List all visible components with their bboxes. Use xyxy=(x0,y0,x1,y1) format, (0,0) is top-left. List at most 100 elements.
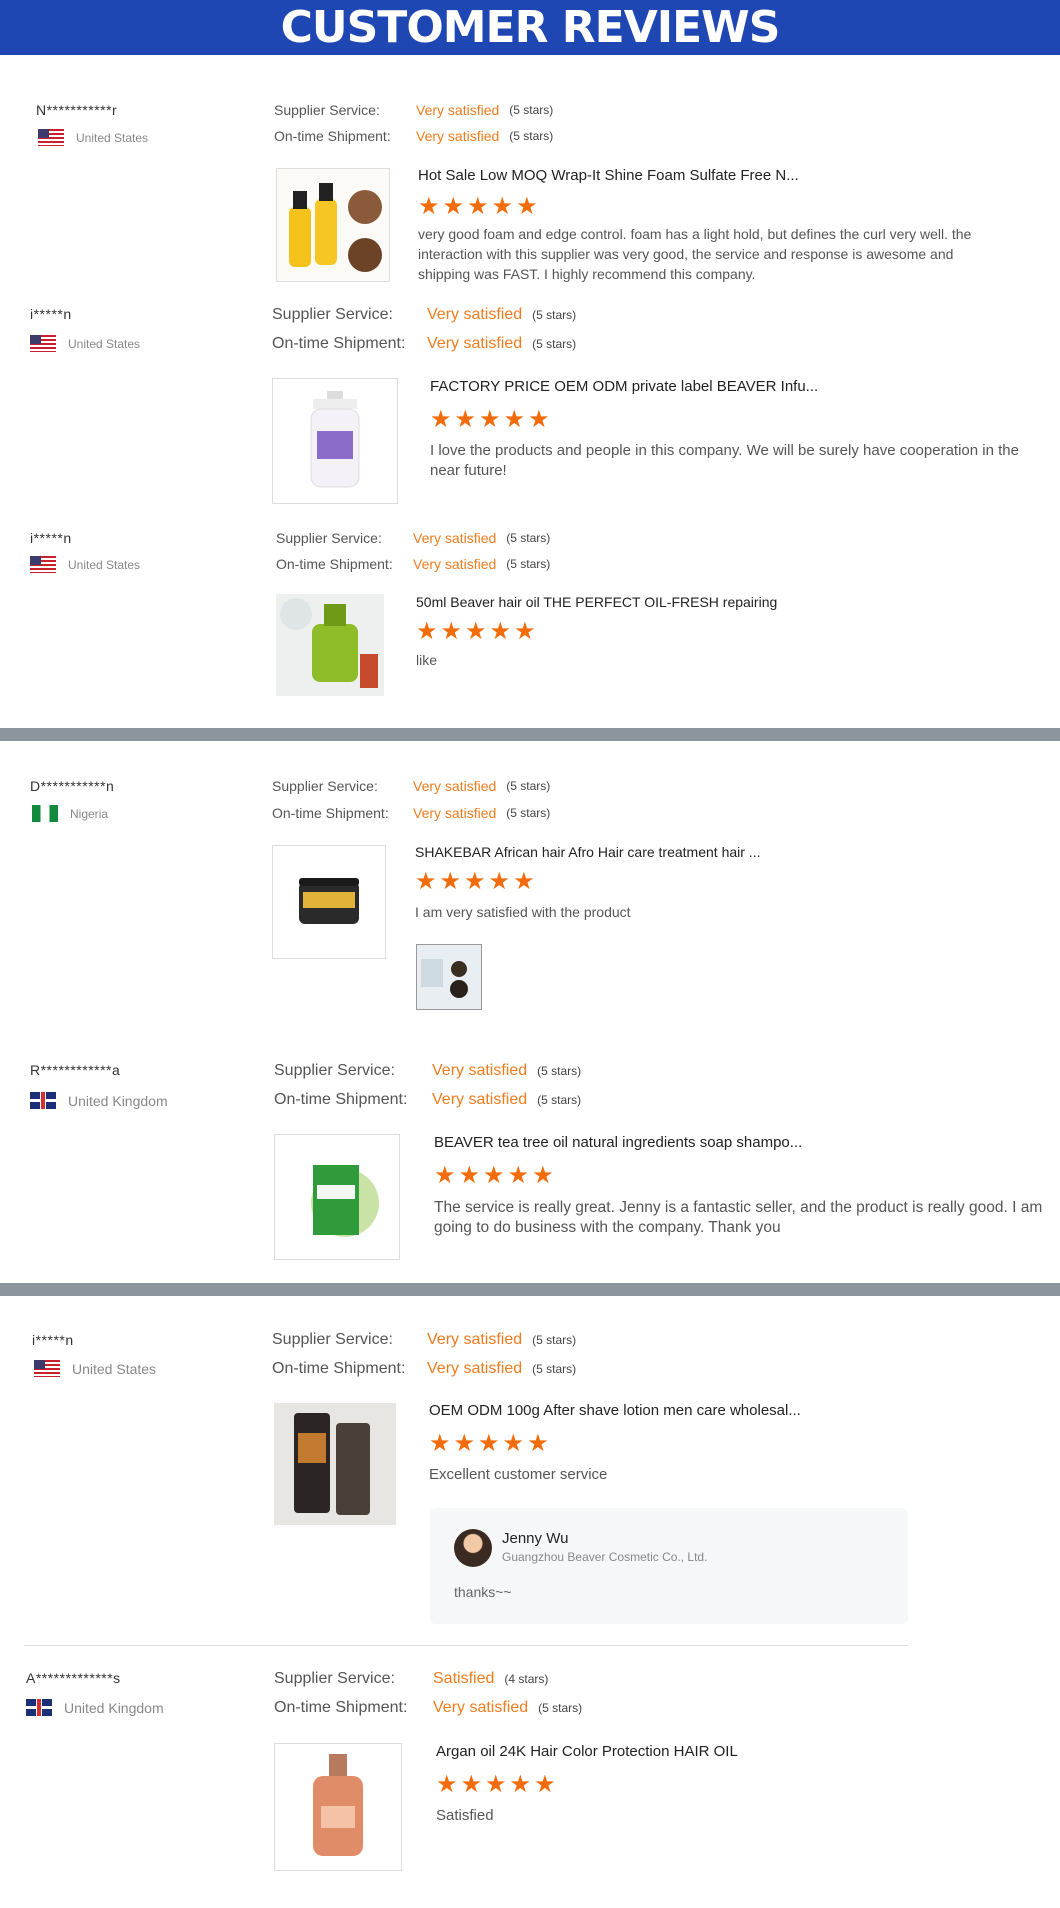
star-icon: ★ xyxy=(458,1162,481,1189)
review-text: Satisfied xyxy=(436,1807,494,1824)
product-image[interactable] xyxy=(276,168,390,282)
product-title[interactable]: Hot Sale Low MOQ Wrap-It Shine Foam Sulf… xyxy=(418,167,799,184)
star-icon: ★ xyxy=(479,406,501,433)
product-title[interactable]: SHAKEBAR African hair Afro Hair care tre… xyxy=(415,844,760,860)
supplier-service-rating: Supplier Service: Satisfied (4 stars) xyxy=(274,1670,548,1688)
review-text: I love the products and people in this c… xyxy=(430,442,1019,479)
country-label: United States xyxy=(68,336,141,351)
product-title[interactable]: 50ml Beaver hair oil THE PERFECT OIL-FRE… xyxy=(416,594,777,610)
rating-value: Very satisfied xyxy=(413,805,497,821)
star-icon: ★ xyxy=(483,1162,505,1189)
star-icon: ★ xyxy=(418,193,440,220)
rating-stars-text: (5 stars) xyxy=(506,779,551,793)
shipment-label: On-time Shipment: xyxy=(272,805,389,821)
rating-stars-text: (5 stars) xyxy=(506,557,551,571)
shipment-label: On-time Shipment: xyxy=(274,128,391,144)
rating-stars: ★ ★ ★ ★ ★ xyxy=(415,870,538,894)
star-icon: ★ xyxy=(464,868,486,895)
reviewer-name: D***********n xyxy=(30,778,115,794)
product-image[interactable] xyxy=(274,1403,396,1525)
seller-reply: Jenny Wu Guangzhou Beaver Cosmetic Co., … xyxy=(430,1508,908,1624)
pump-bottle-image xyxy=(310,391,360,488)
country-label: United Kingdom xyxy=(64,1699,164,1716)
us-flag-icon xyxy=(30,556,56,573)
star-icon: ★ xyxy=(489,618,512,645)
rating-value: Very satisfied xyxy=(432,1062,528,1079)
star-icon: ★ xyxy=(534,1771,556,1798)
rating-value: Very satisfied xyxy=(416,128,500,144)
star-icon: ★ xyxy=(516,193,538,220)
shipment-rating: On-time Shipment: Very satisfied (5 star… xyxy=(274,1699,582,1717)
product-image[interactable] xyxy=(272,378,398,504)
supplier-service-label: Supplier Service: xyxy=(276,530,382,546)
foam-bottles-image xyxy=(277,169,389,281)
supplier-service-rating: Supplier Service: Very satisfied (5 star… xyxy=(272,306,576,324)
star-icon: ★ xyxy=(532,1162,554,1189)
review-divider xyxy=(24,1645,908,1646)
supplier-service-label: Supplier Service: xyxy=(272,1331,393,1348)
product-title[interactable]: Argan oil 24K Hair Color Protection HAIR… xyxy=(436,1743,738,1760)
reply-company: Guangzhou Beaver Cosmetic Co., Ltd. xyxy=(502,1550,708,1564)
star-icon: ★ xyxy=(514,618,536,645)
star-icon: ★ xyxy=(491,193,514,220)
rating-value: Very satisfied xyxy=(427,306,523,323)
shipment-rating: On-time Shipment: Very satisfied (5 star… xyxy=(276,556,550,572)
product-image[interactable] xyxy=(274,1134,400,1260)
rating-value: Very satisfied xyxy=(413,530,497,546)
us-flag-icon xyxy=(30,335,56,352)
rating-stars-text: (5 stars) xyxy=(509,103,554,117)
rating-stars-text: (5 stars) xyxy=(537,1064,582,1078)
rating-stars: ★ ★ ★ ★ ★ xyxy=(418,195,541,219)
product-title[interactable]: OEM ODM 100g After shave lotion men care… xyxy=(429,1402,801,1419)
supplier-service-rating: Supplier Service: Very satisfied (5 star… xyxy=(276,530,550,546)
star-icon: ★ xyxy=(507,1162,530,1189)
argan-oil-bottle-image xyxy=(313,1754,363,1856)
supplier-service-label: Supplier Service: xyxy=(274,1062,395,1079)
rating-stars-text: (5 stars) xyxy=(538,1701,583,1715)
review-photo-thumbnail[interactable] xyxy=(416,944,482,1010)
product-title[interactable]: FACTORY PRICE OEM ODM private label BEAV… xyxy=(430,378,818,395)
hair-cream-jar-image xyxy=(299,878,359,924)
rating-stars-text: (5 stars) xyxy=(532,308,577,322)
reviewer-country: United Kingdom xyxy=(26,1699,164,1716)
page-title: CUSTOMER REVIEWS xyxy=(280,2,781,53)
country-label: United States xyxy=(72,1360,157,1377)
rating-stars-text: (5 stars) xyxy=(532,337,577,351)
rating-stars: ★ ★ ★ ★ ★ xyxy=(436,1773,559,1797)
shipment-label: On-time Shipment: xyxy=(274,1091,408,1108)
aftershave-tubes-image xyxy=(274,1403,396,1525)
shipment-label: On-time Shipment: xyxy=(276,556,393,572)
rating-stars: ★ ★ ★ ★ ★ xyxy=(416,620,539,644)
shipment-rating: On-time Shipment: Very satisfied (5 star… xyxy=(274,1091,581,1109)
review-text: The service is really great. Jenny is a … xyxy=(434,1199,1043,1236)
product-image[interactable] xyxy=(272,845,386,959)
oil-bottle-image xyxy=(276,594,384,696)
star-icon: ★ xyxy=(503,406,526,433)
product-image[interactable] xyxy=(276,594,384,696)
reviewer-name: i*****n xyxy=(30,530,72,546)
star-icon: ★ xyxy=(478,1430,500,1457)
reviewer-country: United States xyxy=(30,556,140,573)
supplier-service-rating: Supplier Service: Very satisfied (5 star… xyxy=(274,1062,581,1080)
reply-author-name: Jenny Wu xyxy=(502,1530,569,1547)
review-text: I am very satisfied with the product xyxy=(415,904,631,920)
rating-value: Very satisfied xyxy=(432,1091,528,1108)
rating-stars-text: (5 stars) xyxy=(506,531,551,545)
country-label: United States xyxy=(68,557,141,572)
star-icon: ★ xyxy=(442,193,465,220)
star-icon: ★ xyxy=(454,406,477,433)
rating-stars: ★ ★ ★ ★ ★ xyxy=(430,408,553,432)
shipment-rating: On-time Shipment: Very satisfied (5 star… xyxy=(272,1360,576,1378)
star-icon: ★ xyxy=(467,193,489,220)
star-icon: ★ xyxy=(416,618,438,645)
country-label: Nigeria xyxy=(70,806,109,821)
product-image[interactable] xyxy=(274,1743,402,1871)
reviewer-name: R************a xyxy=(30,1062,121,1078)
reviewer-country: United States xyxy=(34,1360,156,1377)
product-title[interactable]: BEAVER tea tree oil natural ingredients … xyxy=(434,1134,802,1151)
star-icon: ★ xyxy=(528,406,550,433)
header-banner: CUSTOMER REVIEWS xyxy=(0,0,1060,55)
rating-value: Very satisfied xyxy=(413,556,497,572)
shipment-label: On-time Shipment: xyxy=(272,1360,406,1377)
section-divider xyxy=(0,728,1060,741)
